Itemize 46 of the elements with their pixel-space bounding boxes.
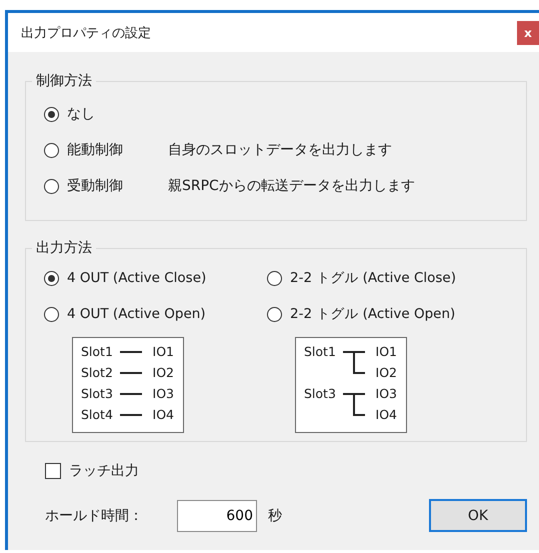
checkbox-option[interactable]: ラッチ出力 (45, 462, 139, 480)
radio-option[interactable]: なし (44, 105, 168, 123)
group-label: 制御方法 (35, 72, 93, 90)
connector-line (120, 414, 142, 416)
radio-indicator[interactable] (44, 306, 59, 322)
description-text: 自身のスロットデータを出力します (168, 141, 392, 159)
hold-time-label: ホールド時間： (45, 506, 144, 524)
output-label: IO3 (376, 386, 397, 401)
radio-indicator[interactable] (44, 178, 59, 194)
slot-label: Slot3 (81, 386, 113, 401)
ok-button[interactable]: OK (429, 499, 527, 532)
connector-line (120, 351, 142, 353)
hold-time-field[interactable]: 600 (177, 500, 257, 532)
slot-label: Slot1 (304, 344, 336, 359)
output-label: IO1 (376, 344, 397, 359)
radio-option[interactable]: 受動制御 (44, 177, 168, 195)
slot-label: Slot3 (304, 386, 336, 401)
radio-option[interactable]: 能動制御 (44, 141, 168, 159)
output-label: IO4 (376, 407, 397, 422)
group-label: 出力方法 (35, 239, 93, 257)
radio-indicator[interactable] (44, 270, 59, 286)
connector-line (342, 351, 366, 374)
connector-line (342, 393, 366, 416)
output-label: IO1 (152, 344, 174, 359)
connector-line (120, 393, 142, 395)
unit-label: 秒 (268, 506, 282, 524)
radio-indicator[interactable] (44, 142, 59, 158)
description-text: 親SRPCからの転送データを出力します (168, 177, 415, 195)
slot-label: Slot1 (81, 344, 113, 359)
slot-label: Slot4 (81, 407, 113, 422)
radio-option[interactable]: 2-2 トグル (Active Open) (267, 305, 526, 323)
close-button[interactable]: x (517, 20, 539, 44)
radio-indicator[interactable] (44, 106, 59, 122)
checkbox[interactable] (45, 463, 61, 479)
slot-label: Slot2 (81, 365, 113, 380)
radio-option[interactable]: 4 OUT (Active Open) (44, 305, 267, 323)
connector-line (120, 372, 142, 374)
radio-option[interactable]: 4 OUT (Active Close) (44, 269, 267, 287)
window-title: 出力プロパティの設定 (21, 24, 151, 42)
output-label: IO4 (152, 407, 174, 422)
output-label: IO2 (376, 365, 397, 380)
radio-indicator[interactable] (267, 306, 282, 322)
radio-indicator[interactable] (267, 270, 282, 286)
output-label: IO2 (152, 365, 174, 380)
radio-option[interactable]: 2-2 トグル (Active Close) (267, 269, 526, 287)
output-label: IO3 (152, 386, 174, 401)
